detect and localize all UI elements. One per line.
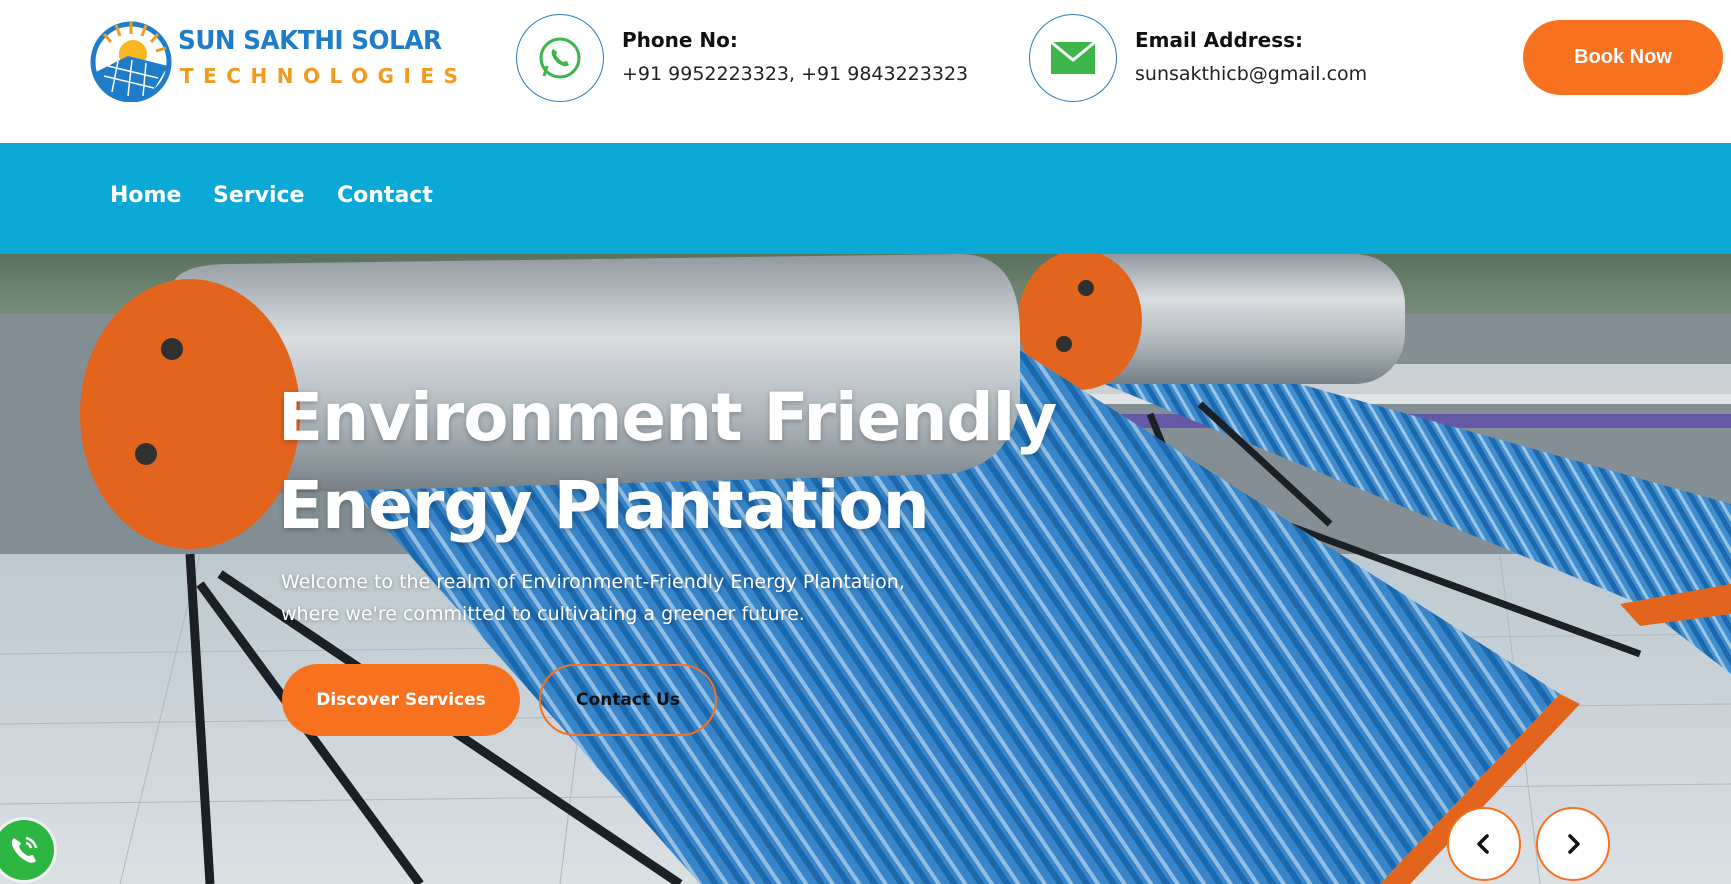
logo-name-line1: SUN SAKTHI SOLAR (178, 26, 442, 56)
contact-us-button[interactable]: Contact Us (539, 664, 717, 736)
hero-subtitle: Welcome to the realm of Environment-Frie… (281, 566, 961, 630)
hero-subtitle-line1: Welcome to the realm of Environment-Frie… (281, 571, 905, 593)
book-now-button[interactable]: Book Now (1523, 20, 1723, 95)
phone-label: Phone No: (622, 28, 738, 52)
hero-title-line1: Environment Friendly (278, 379, 1057, 456)
top-header: SUN SAKTHI SOLAR TECHNOLOGIES Phone No: … (0, 0, 1731, 143)
hero-subtitle-line2: where we're committed to cultivating a g… (281, 603, 805, 625)
logo[interactable]: SUN SAKTHI SOLAR TECHNOLOGIES (88, 14, 458, 104)
mail-icon[interactable] (1029, 14, 1117, 102)
chevron-right-icon[interactable] (1536, 807, 1610, 881)
hero-banner: Environment Friendly Energy Plantation W… (0, 254, 1731, 884)
discover-services-button[interactable]: Discover Services (282, 664, 520, 736)
nav-item-home[interactable]: Home (110, 183, 181, 208)
main-nav: Home Service Contact (0, 143, 1731, 254)
logo-name-line2: TECHNOLOGIES (180, 64, 468, 88)
hero-title: Environment Friendly Energy Plantation (278, 374, 1178, 550)
chevron-left-icon[interactable] (1447, 807, 1521, 881)
whatsapp-icon[interactable] (516, 14, 604, 102)
hero-title-line2: Energy Plantation (278, 467, 930, 544)
nav-item-service[interactable]: Service (213, 183, 304, 208)
phone-contact: Phone No: +91 9952223323, +91 9843223323 (516, 14, 968, 104)
phone-numbers[interactable]: +91 9952223323, +91 9843223323 (622, 63, 968, 85)
email-contact: Email Address: sunsakthicb@gmail.com (1029, 14, 1409, 104)
email-value[interactable]: sunsakthicb@gmail.com (1135, 63, 1367, 85)
logo-sun-panel-icon (90, 21, 172, 102)
nav-item-contact[interactable]: Contact (337, 183, 433, 208)
email-label: Email Address: (1135, 28, 1304, 52)
